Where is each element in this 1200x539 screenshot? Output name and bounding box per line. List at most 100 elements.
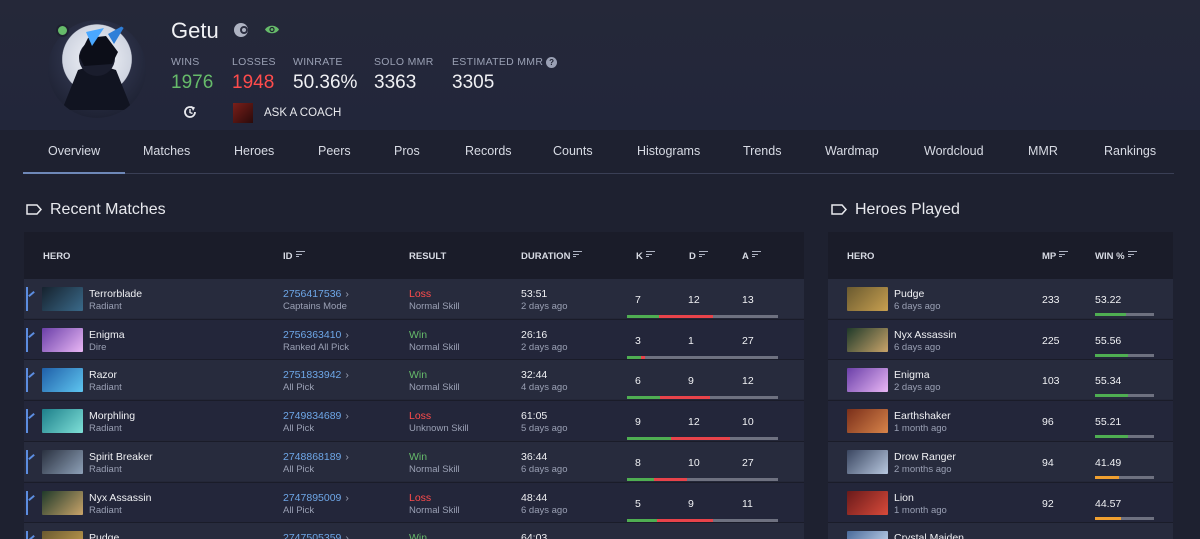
sort-icon[interactable] — [573, 251, 583, 257]
match-row[interactable]: TerrorbladeRadiant 2756417536Captains Mod… — [24, 278, 804, 318]
sort-icon[interactable] — [1059, 251, 1069, 257]
match-id-link[interactable]: 2747505359 — [283, 532, 349, 539]
sort-icon[interactable] — [645, 251, 655, 257]
tag-icon — [831, 204, 847, 215]
sort-icon[interactable] — [295, 251, 305, 257]
hero-row[interactable]: Lion 1 month ago 92 44.57 — [828, 481, 1173, 522]
hero-row[interactable]: Enigma 2 days ago 103 55.34 — [828, 359, 1173, 400]
hero-portrait[interactable] — [42, 327, 83, 352]
hero-name[interactable]: Enigma — [894, 369, 930, 381]
hero-portrait[interactable] — [42, 409, 83, 434]
hero-row[interactable]: Drow Ranger 2 months ago 94 41.49 — [828, 440, 1173, 481]
kills-value: 6 — [635, 375, 641, 388]
col-deaths[interactable]: D — [689, 251, 708, 262]
hero-name[interactable]: Razor — [89, 369, 117, 381]
hero-row[interactable]: Pudge 6 days ago 233 53.22 — [828, 278, 1173, 318]
col-duration-label: DURATION — [521, 251, 571, 262]
hero-name[interactable]: Enigma — [89, 329, 125, 341]
col-win-percent[interactable]: WIN % — [1095, 251, 1137, 262]
refresh-icon[interactable] — [182, 104, 198, 120]
hero-portrait[interactable] — [42, 449, 83, 474]
sort-icon[interactable] — [698, 251, 708, 257]
match-id-link[interactable]: 2747895009 — [283, 492, 349, 504]
hero-portrait[interactable] — [847, 368, 888, 393]
hero-portrait[interactable] — [847, 409, 888, 434]
tab-counts[interactable]: Counts — [553, 144, 593, 158]
tab-mmr[interactable]: MMR — [1028, 144, 1058, 158]
match-row[interactable]: EnigmaDire 2756363410Ranked All Pick WinNo… — [24, 318, 804, 359]
hero-row[interactable]: Nyx Assassin 6 days ago 225 55.56 — [828, 318, 1173, 359]
hero-name[interactable]: Earthshaker — [894, 410, 951, 422]
tab-wordcloud[interactable]: Wordcloud — [924, 144, 984, 158]
match-id-link[interactable]: 2756363410 — [283, 329, 349, 341]
eye-icon[interactable] — [264, 24, 280, 35]
tab-wardmap[interactable]: Wardmap — [825, 144, 879, 158]
hero-name[interactable]: Crystal Maiden — [894, 532, 964, 539]
team-side: Radiant — [89, 423, 122, 435]
hero-row[interactable]: Earthshaker 1 month ago 96 55.21 — [828, 400, 1173, 441]
hero-portrait[interactable] — [847, 287, 888, 311]
hero-portrait[interactable] — [847, 490, 888, 515]
hero-portrait[interactable] — [847, 531, 888, 539]
tab-pros[interactable]: Pros — [394, 144, 420, 158]
col-matches-played[interactable]: MP — [1042, 251, 1069, 262]
col-duration[interactable]: DURATION — [521, 251, 583, 262]
win-percent: 53.22 — [1095, 294, 1122, 306]
help-icon[interactable]: ? — [546, 57, 558, 68]
recent-matches-heading: Recent Matches — [26, 201, 166, 219]
match-id-link[interactable]: 2749834689 — [283, 410, 349, 422]
hero-name[interactable]: Pudge — [894, 288, 924, 300]
sort-icon[interactable] — [1127, 251, 1137, 257]
match-row[interactable]: Spirit BreakerRadiant 2748868189All Pick W… — [24, 440, 804, 481]
hero-row[interactable]: Crystal Maiden — [828, 522, 1173, 539]
team-indicator — [26, 287, 28, 311]
tab-peers[interactable]: Peers — [318, 144, 351, 158]
kills-share — [627, 396, 661, 400]
stat-label: WINRATE — [293, 56, 343, 68]
winrate-bar — [1095, 313, 1154, 316]
match-row[interactable]: MorphlingRadiant 2749834689All Pick LossUn… — [24, 400, 804, 441]
col-kills[interactable]: K — [636, 251, 655, 262]
match-id-link[interactable]: 2748868189 — [283, 451, 349, 463]
hero-name[interactable]: Nyx Assassin — [89, 492, 151, 504]
col-hero: HERO — [847, 251, 875, 262]
col-id-label: ID — [283, 251, 293, 262]
recent-matches-table: HERO ID RESULT DURATION K D A Terrorblad… — [24, 232, 804, 539]
tab-records[interactable]: Records — [465, 144, 512, 158]
hero-name[interactable]: Terrorblade — [89, 288, 142, 300]
heroes-played-heading: Heroes Played — [831, 201, 960, 219]
match-row[interactable]: RazorRadiant 2751833942All Pick WinNormal … — [24, 359, 804, 400]
hero-portrait[interactable] — [42, 368, 83, 393]
hero-name[interactable]: Morphling — [89, 410, 135, 422]
col-id[interactable]: ID — [283, 251, 305, 262]
match-result: Loss — [409, 491, 432, 504]
col-assists[interactable]: A — [742, 251, 761, 262]
hero-portrait[interactable] — [847, 327, 888, 352]
hero-portrait[interactable] — [42, 490, 83, 515]
match-row[interactable]: Nyx AssassinRadiant 2747895009All Pick Los… — [24, 481, 804, 522]
sort-icon[interactable] — [751, 251, 761, 257]
coach-thumbnail[interactable] — [233, 103, 253, 123]
match-id-link[interactable]: 2751833942 — [283, 369, 349, 381]
hero-portrait[interactable] — [42, 531, 83, 539]
hero-name[interactable]: Pudge — [89, 532, 119, 539]
win-percent: 55.34 — [1095, 375, 1122, 388]
tab-matches[interactable]: Matches — [143, 144, 190, 158]
hero-name[interactable]: Spirit Breaker — [89, 451, 153, 463]
steam-icon[interactable] — [234, 23, 248, 37]
hero-name[interactable]: Nyx Assassin — [894, 329, 956, 341]
ask-a-coach-link[interactable]: ASK A COACH — [264, 107, 341, 119]
tab-histograms[interactable]: Histograms — [637, 144, 700, 158]
hero-name[interactable]: Drow Ranger — [894, 451, 956, 463]
hero-portrait[interactable] — [847, 449, 888, 474]
tab-heroes[interactable]: Heroes — [234, 144, 274, 158]
hero-name[interactable]: Lion — [894, 492, 914, 504]
match-row[interactable]: Pudge 2747505359 Win 64:03 — [24, 522, 804, 539]
match-id-link[interactable]: 2756417536 — [283, 288, 349, 300]
hero-portrait[interactable] — [42, 287, 83, 311]
tab-rankings[interactable]: Rankings — [1104, 144, 1156, 158]
tab-trends[interactable]: Trends — [743, 144, 781, 158]
tab-overview[interactable]: Overview — [22, 144, 126, 174]
recent-matches-title: Recent Matches — [50, 201, 166, 218]
skill-bracket: Normal Skill — [409, 341, 460, 353]
